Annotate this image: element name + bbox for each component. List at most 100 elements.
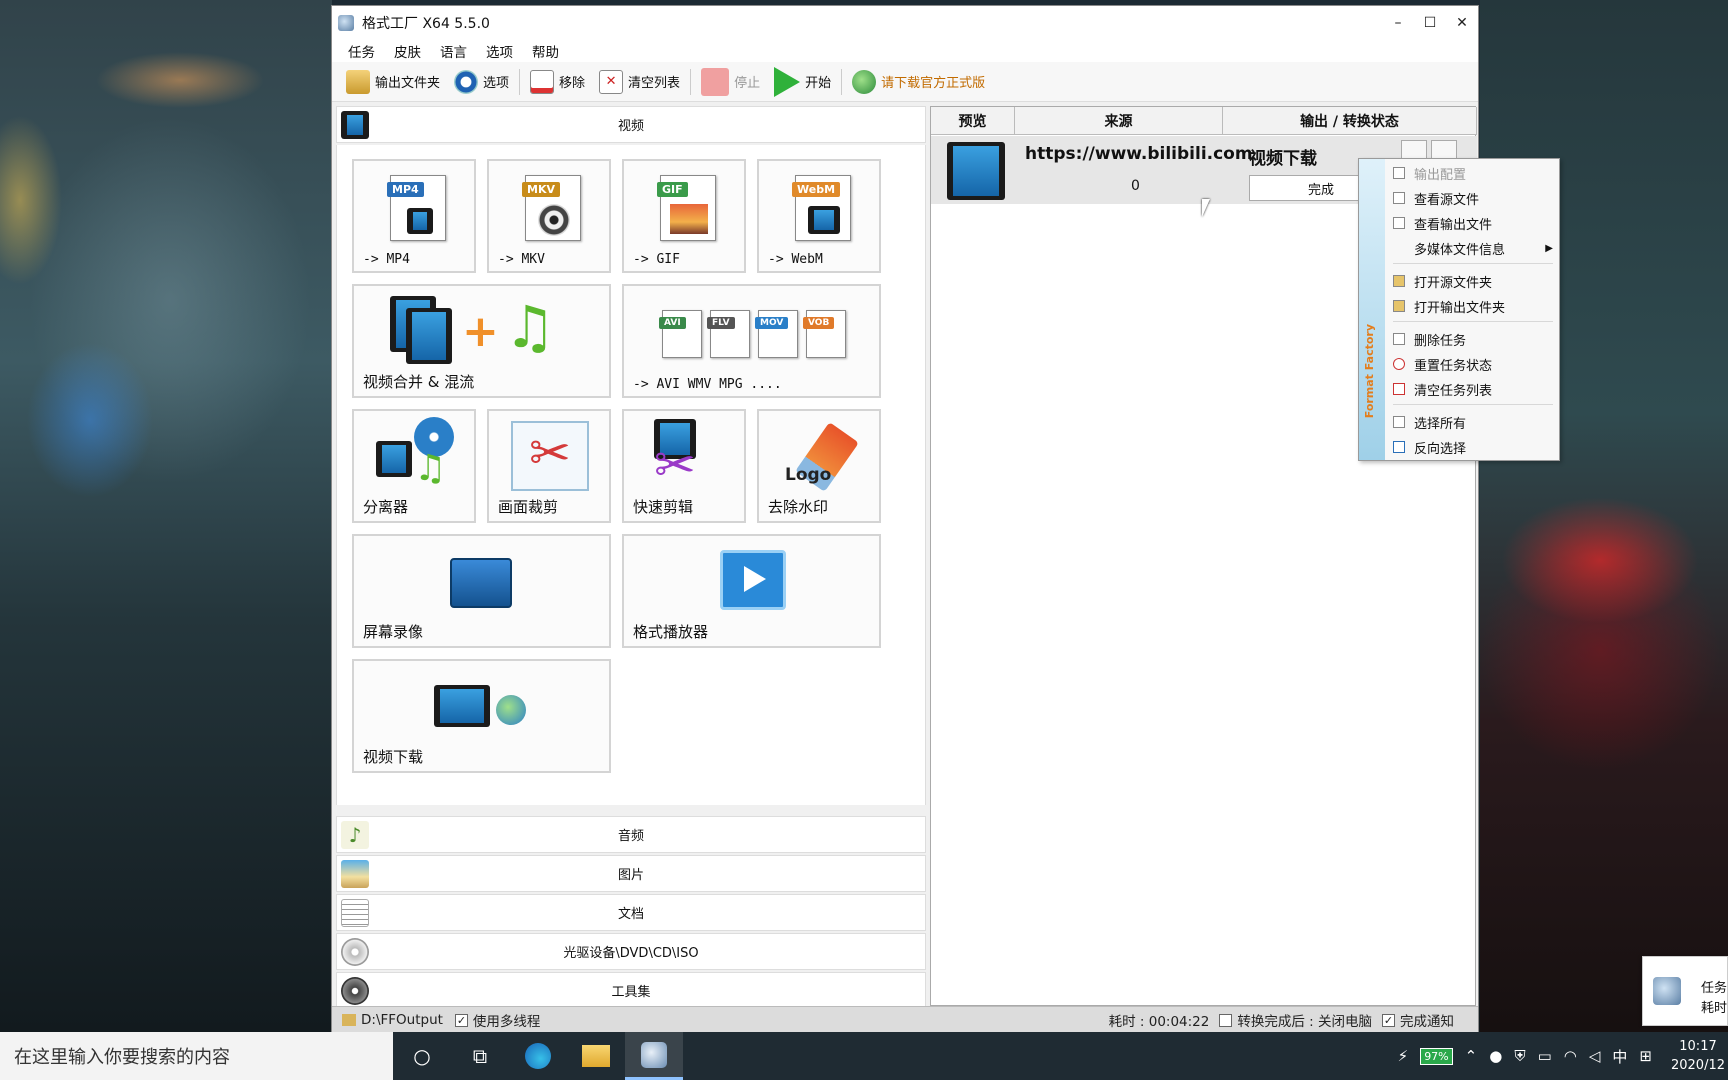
- category-rom[interactable]: 光驱设备\DVD\CD\ISO: [336, 933, 926, 970]
- category-video-label: 视频: [617, 119, 644, 134]
- logo-text: Logo: [785, 465, 832, 485]
- ctx-media-info[interactable]: 多媒体文件信息 ▶: [1385, 236, 1559, 260]
- power-plug-icon[interactable]: ⚡: [1398, 1047, 1409, 1065]
- taskbar-search[interactable]: 在这里输入你要搜索的内容: [0, 1032, 393, 1080]
- cortana-icon[interactable]: ○: [393, 1032, 451, 1080]
- tile-crop[interactable]: ✂ 画面裁剪: [487, 409, 611, 523]
- format-factory-taskbar-icon[interactable]: [625, 1032, 683, 1080]
- edge-browser-icon[interactable]: [509, 1032, 567, 1080]
- ime-indicator[interactable]: 中: [1612, 1046, 1627, 1067]
- ctx-select-all[interactable]: 选择所有: [1385, 410, 1559, 434]
- shield-icon[interactable]: ⛨: [1514, 1047, 1525, 1065]
- tile-label: -> MKV: [498, 252, 545, 267]
- mov-file-icon: MOV: [755, 310, 798, 358]
- ctx-clear-tasks[interactable]: 清空任务列表: [1385, 377, 1559, 401]
- column-header-source[interactable]: 来源: [1015, 107, 1223, 135]
- stop-button[interactable]: 停止: [701, 67, 760, 96]
- tile-format-player[interactable]: 格式播放器: [622, 534, 881, 648]
- category-rom-label: 光驱设备\DVD\CD\ISO: [563, 946, 699, 961]
- clear-list-button[interactable]: ✕ 清空列表: [599, 69, 680, 94]
- ctx-open-source-folder[interactable]: 打开源文件夹: [1385, 269, 1559, 293]
- ctx-output-config[interactable]: 输出配置: [1385, 161, 1559, 185]
- output-folder-button[interactable]: 输出文件夹: [346, 69, 440, 94]
- task-view-icon[interactable]: ⧉: [451, 1032, 509, 1080]
- globe-icon: [496, 695, 526, 725]
- output-path[interactable]: D:\FFOutput: [361, 1012, 443, 1028]
- minimize-button[interactable]: –: [1382, 6, 1414, 40]
- music-note-icon: ♫: [414, 448, 447, 489]
- tile-label: -> AVI WMV MPG ....: [633, 377, 782, 392]
- brand-text: Format Factory: [1363, 324, 1376, 419]
- ctx-invert-selection[interactable]: 反向选择: [1385, 435, 1559, 459]
- column-header-status[interactable]: 输出 / 转换状态: [1223, 107, 1477, 135]
- gear-icon: [1393, 167, 1405, 179]
- tile-to-webm[interactable]: WebM -> WebM: [757, 159, 881, 273]
- tile-to-mkv[interactable]: MKV -> MKV: [487, 159, 611, 273]
- ctx-view-output[interactable]: 查看输出文件: [1385, 211, 1559, 235]
- battery-indicator[interactable]: 97%: [1420, 1047, 1453, 1065]
- options-button[interactable]: 选项: [454, 69, 509, 94]
- folder-icon: [346, 69, 370, 94]
- start-button[interactable]: 开始: [774, 66, 831, 97]
- notification-toast[interactable]: 任务 耗时: [1642, 956, 1728, 1026]
- menu-skin[interactable]: 皮肤: [394, 41, 421, 61]
- tile-to-other-formats[interactable]: AVI FLV MOV VOB -> AVI WMV MPG ....: [622, 284, 881, 398]
- category-tools[interactable]: 工具集: [336, 972, 926, 1009]
- shutdown-checkbox[interactable]: [1219, 1013, 1233, 1027]
- task-state: 视频下载: [1249, 149, 1317, 169]
- title-bar[interactable]: 格式工厂 X64 5.5.0 – ☐ ✕: [332, 6, 1478, 40]
- menu-task[interactable]: 任务: [348, 41, 375, 61]
- tile-video-download[interactable]: 视频下载: [352, 659, 611, 773]
- film-icon: [341, 111, 369, 139]
- category-video[interactable]: 视频: [336, 106, 926, 143]
- clock[interactable]: 10:17 2020/12: [1668, 1037, 1728, 1075]
- notify-checkbox[interactable]: ✓: [1382, 1013, 1395, 1027]
- category-audio[interactable]: ♪ 音频: [336, 816, 926, 853]
- remove-button[interactable]: 移除: [530, 69, 585, 94]
- mkv-file-icon: MKV: [522, 175, 581, 241]
- file-explorer-icon[interactable]: [567, 1032, 625, 1080]
- ctx-delete-task[interactable]: 删除任务: [1385, 327, 1559, 351]
- after-done-label: 转换完成后 : 关闭电脑: [1237, 1014, 1372, 1030]
- tile-quick-cut[interactable]: ✂ 快速剪辑: [622, 409, 746, 523]
- battery-icon[interactable]: ▭: [1538, 1047, 1552, 1065]
- ctx-reset-task[interactable]: 重置任务状态: [1385, 352, 1559, 376]
- menu-options[interactable]: 选项: [486, 41, 513, 61]
- tile-to-mp4[interactable]: MP4 -> MP4: [352, 159, 476, 273]
- tile-screen-record[interactable]: 屏幕录像: [352, 534, 611, 648]
- tile-merge-mux[interactable]: + ♫ 视频合并 & 混流: [352, 284, 611, 398]
- multithread-checkbox[interactable]: ✓: [454, 1013, 468, 1027]
- app-icon: [1653, 977, 1681, 1005]
- film-stack-icon: [406, 308, 452, 364]
- column-header-preview[interactable]: 预览: [931, 107, 1015, 135]
- tile-label: -> WebM: [768, 252, 823, 267]
- ctx-view-source[interactable]: 查看源文件: [1385, 186, 1559, 210]
- keyboard-layout-icon[interactable]: ⊞: [1639, 1047, 1652, 1065]
- menu-language[interactable]: 语言: [440, 41, 467, 61]
- menu-help[interactable]: 帮助: [532, 41, 559, 61]
- tile-to-gif[interactable]: GIF -> GIF: [622, 159, 746, 273]
- chevron-up-icon[interactable]: ⌃: [1465, 1047, 1478, 1065]
- tile-splitter[interactable]: ♫ 分离器: [352, 409, 476, 523]
- category-picture[interactable]: 图片: [336, 855, 926, 892]
- blank-icon: [1393, 242, 1405, 254]
- flv-file-icon: FLV: [707, 310, 750, 358]
- invert-icon: [1393, 441, 1405, 453]
- close-button[interactable]: ✕: [1446, 6, 1478, 40]
- wifi-icon[interactable]: ◠: [1564, 1047, 1577, 1065]
- webm-file-icon: WebM: [792, 175, 851, 241]
- ctx-label: 选择所有: [1414, 416, 1467, 432]
- document-icon: [341, 899, 369, 927]
- microphone-icon[interactable]: ●: [1489, 1047, 1502, 1065]
- tile-remove-watermark[interactable]: Logo 去除水印: [757, 409, 881, 523]
- flv-tag: FLV: [707, 317, 735, 329]
- download-official-link[interactable]: 请下载官方正式版: [852, 69, 985, 94]
- ctx-label: 反向选择: [1414, 441, 1467, 457]
- speaker-icon[interactable]: ◁: [1589, 1047, 1601, 1065]
- music-note-icon: ♫: [504, 293, 556, 361]
- webm-tag: WebM: [792, 182, 841, 197]
- task-count: 0: [1131, 178, 1140, 194]
- category-document[interactable]: 文档: [336, 894, 926, 931]
- ctx-open-output-folder[interactable]: 打开输出文件夹: [1385, 294, 1559, 318]
- maximize-button[interactable]: ☐: [1414, 6, 1446, 40]
